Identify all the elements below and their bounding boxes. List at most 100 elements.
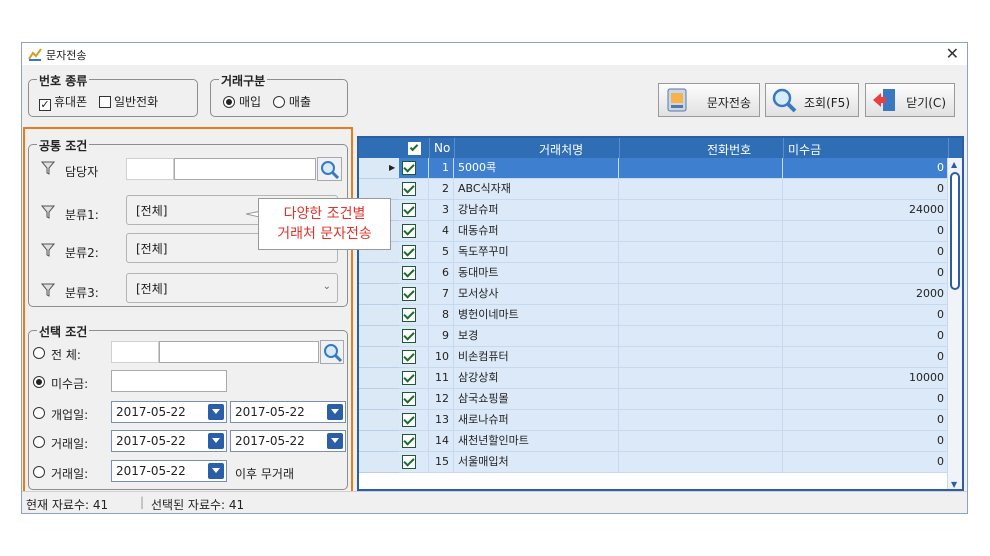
table-row[interactable]: 15 서울매입처 0	[359, 452, 949, 473]
row-checkbox[interactable]	[402, 434, 416, 448]
close-icon[interactable]: ✕	[946, 44, 959, 63]
row-indicator[interactable]	[359, 263, 399, 284]
number-type-legend: 번호 종류	[37, 72, 90, 89]
all-code-field[interactable]	[111, 341, 159, 363]
sale-radio[interactable]	[272, 96, 285, 108]
all-search-button[interactable]	[320, 340, 344, 364]
landline-checkbox[interactable]	[98, 96, 111, 108]
table-row[interactable]: 12 삼국쇼핑몰 0	[359, 389, 949, 410]
row-checkbox-cell[interactable]	[399, 221, 429, 242]
manager-name-field[interactable]	[174, 158, 316, 180]
receivable-radio[interactable]	[33, 376, 45, 388]
row-checkbox[interactable]	[402, 455, 416, 469]
manager-search-button[interactable]	[317, 157, 342, 181]
table-row[interactable]: ▶ 1 5000콕 0	[359, 158, 949, 179]
trade-date-to[interactable]: 2017-05-22	[230, 430, 346, 452]
row-checkbox[interactable]	[402, 161, 416, 175]
receivable-field[interactable]	[111, 370, 227, 392]
calendar-dropdown-icon[interactable]	[208, 404, 224, 420]
filter-icon	[41, 205, 55, 219]
row-checkbox[interactable]	[402, 413, 416, 427]
calendar-dropdown-icon[interactable]	[208, 463, 224, 479]
open-date-from[interactable]: 2017-05-22	[111, 401, 227, 423]
row-name: 삼강상회	[454, 368, 619, 389]
calendar-dropdown-icon[interactable]	[208, 433, 224, 449]
row-checkbox-cell[interactable]	[399, 158, 429, 179]
row-checkbox-cell[interactable]	[399, 452, 429, 473]
mobile-checkbox[interactable]: ✓	[39, 99, 51, 111]
row-checkbox-cell[interactable]	[399, 179, 429, 200]
table-row[interactable]: 10 비손컴퓨터 0	[359, 347, 949, 368]
vertical-scrollbar[interactable]: ▲ ▼	[947, 158, 962, 489]
row-checkbox[interactable]	[402, 266, 416, 280]
row-checkbox-cell[interactable]	[399, 242, 429, 263]
row-indicator[interactable]	[359, 305, 399, 326]
row-checkbox-cell[interactable]	[399, 284, 429, 305]
header-name[interactable]: 거래처명	[539, 141, 583, 158]
category3-select[interactable]: [전체] ⌄	[126, 273, 338, 303]
table-row[interactable]: 4 대동슈퍼 0	[359, 221, 949, 242]
row-checkbox-cell[interactable]	[399, 410, 429, 431]
open-date-to[interactable]: 2017-05-22	[230, 401, 346, 423]
table-row[interactable]: 9 보경 0	[359, 326, 949, 347]
row-checkbox-cell[interactable]	[399, 326, 429, 347]
row-indicator[interactable]	[359, 431, 399, 452]
table-row[interactable]: 7 모서상사 2000	[359, 284, 949, 305]
row-checkbox[interactable]	[402, 392, 416, 406]
trade-date-from[interactable]: 2017-05-22	[111, 430, 227, 452]
row-indicator[interactable]	[359, 410, 399, 431]
header-phone[interactable]: 전화번호	[707, 141, 751, 158]
row-checkbox[interactable]	[402, 308, 416, 322]
row-checkbox-cell[interactable]	[399, 389, 429, 410]
no-trade-date[interactable]: 2017-05-22	[111, 460, 227, 482]
all-name-field[interactable]	[159, 341, 319, 363]
scroll-up-icon[interactable]: ▲	[951, 160, 957, 169]
search-button[interactable]: 조회(F5)	[765, 83, 859, 117]
calendar-dropdown-icon[interactable]	[327, 433, 343, 449]
row-checkbox-cell[interactable]	[399, 305, 429, 326]
table-row[interactable]: 11 삼강상회 10000	[359, 368, 949, 389]
close-button[interactable]: 닫기(C)	[865, 83, 955, 117]
all-radio[interactable]	[33, 347, 45, 359]
scroll-thumb[interactable]	[950, 172, 960, 290]
table-row[interactable]: 5 독도쭈꾸미 0	[359, 242, 949, 263]
row-checkbox[interactable]	[402, 245, 416, 259]
row-indicator[interactable]	[359, 326, 399, 347]
row-checkbox[interactable]	[402, 329, 416, 343]
row-indicator[interactable]	[359, 389, 399, 410]
table-row[interactable]: 2 ABC식자재 0	[359, 179, 949, 200]
table-row[interactable]: 8 병헌이네마트 0	[359, 305, 949, 326]
row-indicator[interactable]	[359, 347, 399, 368]
send-message-button[interactable]: 문자전송	[658, 83, 760, 117]
table-row[interactable]: 13 새로나슈퍼 0	[359, 410, 949, 431]
table-row[interactable]: 6 동대마트 0	[359, 263, 949, 284]
header-receivable[interactable]: 미수금	[788, 141, 821, 158]
row-checkbox-cell[interactable]	[399, 368, 429, 389]
no-trade-radio[interactable]	[33, 466, 45, 478]
row-checkbox[interactable]	[402, 371, 416, 385]
row-indicator[interactable]	[359, 179, 399, 200]
row-checkbox-cell[interactable]	[399, 431, 429, 452]
row-indicator[interactable]	[359, 452, 399, 473]
row-indicator[interactable]	[359, 368, 399, 389]
trade-date-radio[interactable]	[33, 436, 45, 448]
row-checkbox[interactable]	[402, 350, 416, 364]
row-checkbox-cell[interactable]	[399, 200, 429, 221]
row-checkbox[interactable]	[402, 203, 416, 217]
manager-code-field[interactable]	[126, 158, 174, 180]
scroll-down-icon[interactable]: ▼	[951, 480, 957, 489]
purchase-radio[interactable]	[223, 96, 235, 108]
calendar-dropdown-icon[interactable]	[327, 404, 343, 420]
row-checkbox-cell[interactable]	[399, 263, 429, 284]
row-checkbox-cell[interactable]	[399, 347, 429, 368]
row-indicator[interactable]	[359, 284, 399, 305]
row-checkbox[interactable]	[402, 182, 416, 196]
open-date-radio[interactable]	[33, 407, 45, 419]
row-checkbox[interactable]	[402, 287, 416, 301]
filter-icon	[41, 243, 55, 257]
table-row[interactable]: 3 강남슈퍼 24000	[359, 200, 949, 221]
table-row[interactable]: 14 새천년할인마트 0	[359, 431, 949, 452]
row-indicator[interactable]: ▶	[359, 158, 399, 179]
select-all-checkbox[interactable]	[408, 142, 421, 155]
row-checkbox[interactable]	[402, 224, 416, 238]
